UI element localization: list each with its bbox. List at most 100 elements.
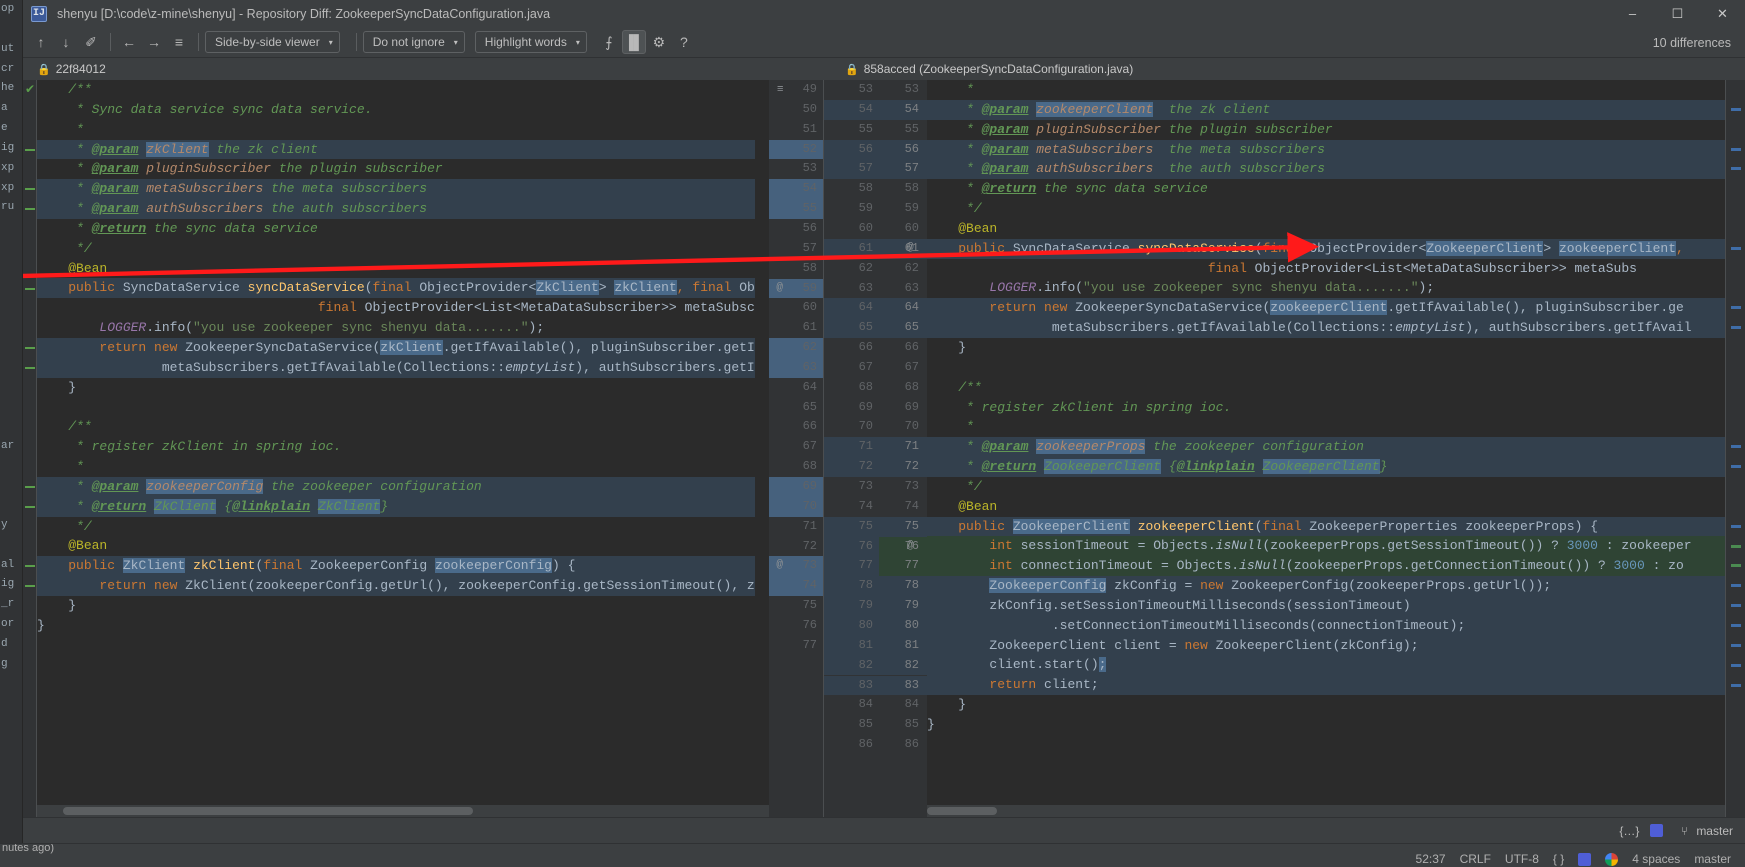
change-marker[interactable] [1731, 445, 1741, 449]
viewer-mode-dropdown[interactable]: Side-by-side viewer ▾ [205, 31, 340, 53]
background-line: e [1, 122, 8, 135]
left-line-number: 53 [802, 161, 817, 176]
code-line: client.start(); [927, 655, 1725, 676]
next-difference-icon[interactable]: ↓ [54, 30, 78, 54]
navigate-back-icon[interactable]: ← [117, 30, 141, 54]
git-branch-status[interactable]: ⑂ master [1677, 824, 1733, 838]
right-line-number: 73 [858, 479, 873, 493]
left-line-number: 75 [802, 598, 817, 613]
encoding-label[interactable]: UTF-8 [1505, 852, 1539, 866]
code-line: @Bean [958, 498, 998, 514]
left-horizontal-scrollbar[interactable] [37, 805, 769, 817]
change-marker[interactable] [25, 565, 35, 568]
previous-difference-icon[interactable]: ↑ [29, 30, 53, 54]
close-button[interactable]: ✕ [1700, 0, 1745, 27]
caret-position-label[interactable]: 52:37 [1416, 852, 1446, 866]
code-line: /** [68, 82, 92, 97]
code-line: * @return the sync data service [966, 181, 1208, 197]
change-marker[interactable] [1731, 643, 1741, 647]
change-marker[interactable] [1731, 623, 1741, 627]
right-code-content[interactable]: * * @param zookeeperClient the zk client… [927, 80, 1725, 817]
change-marker[interactable] [1731, 246, 1741, 250]
background-line [0, 337, 22, 357]
change-marker[interactable] [1731, 683, 1741, 687]
left-line-number: 60 [802, 300, 817, 315]
line-number: 79 [904, 598, 919, 613]
change-marker[interactable] [25, 148, 35, 151]
code-line: * @param pluginSubscriber the plugin sub… [76, 161, 443, 177]
help-icon[interactable]: ? [672, 30, 696, 54]
gutter-row [879, 516, 927, 537]
right-horizontal-scrollbar[interactable] [927, 805, 1725, 817]
change-marker[interactable] [25, 208, 35, 211]
diff-toolbar: ↑ ↓ ✐ ← → ≡ Side-by-side viewer ▾ Do not… [23, 27, 1745, 58]
change-marker[interactable] [1731, 663, 1741, 667]
maximize-button[interactable]: ☐ [1655, 0, 1700, 27]
change-marker[interactable] [1731, 544, 1741, 548]
change-marker[interactable] [1731, 326, 1741, 330]
line-number: 57 [904, 161, 919, 176]
collapsed-fold-marker[interactable]: @ [776, 279, 783, 299]
change-marker[interactable] [25, 486, 35, 488]
toolbar-separator-2 [198, 33, 199, 51]
gear-icon[interactable]: ⚙ [647, 30, 671, 54]
change-marker[interactable] [1731, 306, 1741, 310]
change-marker[interactable] [25, 366, 35, 369]
right-editor-pane[interactable]: 53 54 55 56 57 58 59 60 61 62 63 64 65 66 67 68 69 70 71 72… [879, 80, 1745, 817]
braces-status[interactable]: {…} [1619, 824, 1639, 838]
collapsed-fold-marker[interactable]: @ [907, 239, 914, 259]
change-marker[interactable] [25, 585, 35, 588]
right-line-number: 58 [858, 181, 873, 196]
change-marker[interactable] [1731, 564, 1741, 568]
line-number: 71 [904, 439, 919, 454]
left-line-number: 66 [802, 419, 817, 434]
left-scroll-thumb[interactable] [63, 807, 473, 815]
left-editor-pane[interactable]: ✔ /** * Sync data service sync data serv… [23, 80, 769, 817]
line-number: 62 [904, 260, 919, 275]
line-separator-label[interactable]: CRLF [1460, 852, 1491, 866]
left-code-content[interactable]: /** * Sync data service sync data servic… [37, 80, 755, 817]
right-line-number: 80 [858, 617, 873, 632]
change-marker[interactable] [25, 188, 35, 191]
minimize-button[interactable]: – [1610, 0, 1655, 27]
collapse-unchanged-icon[interactable]: ⨍ [597, 30, 621, 54]
change-marker[interactable] [1731, 524, 1741, 528]
collapsed-fold-marker[interactable]: @ [776, 556, 783, 576]
ignore-policy-dropdown[interactable]: Do not ignore ▾ [362, 31, 465, 53]
gutter-row [879, 179, 927, 199]
gutter-row [879, 99, 927, 120]
background-line: ig [1, 141, 15, 154]
code-line: return new ZkClient(zookeeperConfig.getU… [37, 576, 755, 596]
right-scroll-thumb[interactable] [927, 807, 997, 815]
line-status-icon[interactable]: ≡ [167, 30, 191, 54]
right-revision-label: 🔒 858acced (ZookeeperSyncDataConfigurati… [845, 62, 1133, 76]
change-marker[interactable] [25, 505, 35, 508]
navigate-forward-icon[interactable]: → [142, 30, 166, 54]
git-branch-label[interactable]: master [1694, 852, 1731, 866]
left-line-number: 57 [802, 240, 817, 255]
braces-label[interactable]: { } [1553, 852, 1564, 866]
change-marker[interactable] [1731, 604, 1741, 608]
right-line-number: 53 [858, 82, 873, 96]
branch-name-label: master [1696, 823, 1733, 838]
code-line: ZookeeperConfig zkConfig = new Zookeeper… [927, 576, 1725, 596]
collapsed-fold-marker[interactable]: @ [907, 537, 914, 557]
edit-pencil-icon[interactable]: ✐ [79, 30, 103, 54]
indent-label[interactable]: 4 spaces [1632, 852, 1680, 866]
change-marker[interactable] [25, 347, 35, 350]
change-marker[interactable] [1731, 147, 1741, 151]
change-marker[interactable] [1731, 107, 1741, 111]
toggle-columns-icon[interactable]: ▐▌ [621, 30, 646, 54]
change-marker[interactable] [25, 287, 35, 290]
change-marker[interactable] [1731, 167, 1741, 171]
code-line: int connectionTimeout = Objects.isNull(z… [927, 556, 1725, 577]
gutter-row [879, 477, 927, 497]
change-marker[interactable] [1731, 584, 1741, 588]
right-line-number: 55 [858, 121, 873, 136]
highlight-policy-dropdown[interactable]: Highlight words ▾ [474, 31, 587, 53]
background-line: ig [1, 578, 15, 591]
code-line: } [37, 379, 77, 395]
change-marker[interactable] [1731, 465, 1741, 469]
highlight-policy-label: Highlight words [484, 35, 567, 49]
